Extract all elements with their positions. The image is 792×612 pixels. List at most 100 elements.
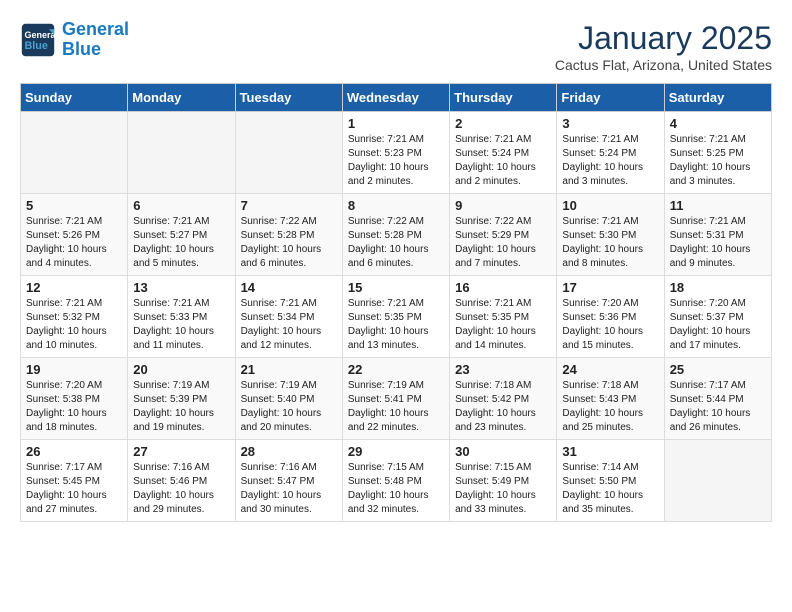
day-info: Sunrise: 7:21 AMSunset: 5:35 PMDaylight:… bbox=[348, 297, 444, 353]
day-info: Sunrise: 7:18 AMSunset: 5:43 PMDaylight:… bbox=[562, 379, 658, 435]
calendar-day-cell bbox=[128, 112, 235, 194]
logo-icon: General Blue bbox=[20, 22, 56, 58]
calendar-week-row: 5Sunrise: 7:21 AMSunset: 5:26 PMDaylight… bbox=[21, 194, 772, 276]
day-number: 7 bbox=[241, 198, 337, 213]
day-number: 16 bbox=[455, 280, 551, 295]
calendar-day-cell: 8 Sunrise: 7:22 AMSunset: 5:28 PMDaylight… bbox=[342, 194, 449, 276]
day-info: Sunrise: 7:21 AMSunset: 5:30 PMDaylight:… bbox=[562, 215, 658, 271]
day-info: Sunrise: 7:22 AMSunset: 5:28 PMDaylight:… bbox=[348, 215, 444, 271]
day-number: 4 bbox=[670, 116, 766, 131]
calendar-day-cell: 17 Sunrise: 7:20 AMSunset: 5:36 PMDayligh… bbox=[557, 276, 664, 358]
day-info: Sunrise: 7:15 AMSunset: 5:49 PMDaylight:… bbox=[455, 461, 551, 517]
day-number: 13 bbox=[133, 280, 229, 295]
calendar-body: 1 Sunrise: 7:21 AMSunset: 5:23 PMDaylight… bbox=[21, 112, 772, 522]
calendar-day-cell: 16Sunrise: 7:21 AMSunset: 5:35 PMDayligh… bbox=[450, 276, 557, 358]
location-subtitle: Cactus Flat, Arizona, United States bbox=[555, 57, 772, 73]
calendar-day-cell: 13 Sunrise: 7:21 AMSunset: 5:33 PMDayligh… bbox=[128, 276, 235, 358]
calendar-day-cell: 20Sunrise: 7:19 AMSunset: 5:39 PMDayligh… bbox=[128, 358, 235, 440]
day-number: 11 bbox=[670, 198, 766, 213]
day-number: 15 bbox=[348, 280, 444, 295]
calendar-day-cell: 25 Sunrise: 7:17 AMSunset: 5:44 PMDayligh… bbox=[664, 358, 771, 440]
calendar-day-cell: 24 Sunrise: 7:18 AMSunset: 5:43 PMDayligh… bbox=[557, 358, 664, 440]
weekday-header-friday: Friday bbox=[557, 84, 664, 112]
calendar-table: SundayMondayTuesdayWednesdayThursdayFrid… bbox=[20, 83, 772, 522]
day-info: Sunrise: 7:17 AMSunset: 5:45 PMDaylight:… bbox=[26, 461, 122, 517]
calendar-week-row: 19 Sunrise: 7:20 AMSunset: 5:38 PMDayligh… bbox=[21, 358, 772, 440]
calendar-day-cell: 15 Sunrise: 7:21 AMSunset: 5:35 PMDayligh… bbox=[342, 276, 449, 358]
day-number: 19 bbox=[26, 362, 122, 377]
day-info: Sunrise: 7:17 AMSunset: 5:44 PMDaylight:… bbox=[670, 379, 766, 435]
day-number: 27 bbox=[133, 444, 229, 459]
day-info: Sunrise: 7:19 AMSunset: 5:41 PMDaylight:… bbox=[348, 379, 444, 435]
day-info: Sunrise: 7:20 AMSunset: 5:36 PMDaylight:… bbox=[562, 297, 658, 353]
day-info: Sunrise: 7:19 AMSunset: 5:40 PMDaylight:… bbox=[241, 379, 337, 435]
weekday-header-row: SundayMondayTuesdayWednesdayThursdayFrid… bbox=[21, 84, 772, 112]
calendar-day-cell: 29 Sunrise: 7:15 AMSunset: 5:48 PMDayligh… bbox=[342, 440, 449, 522]
weekday-header-saturday: Saturday bbox=[664, 84, 771, 112]
day-info: Sunrise: 7:22 AMSunset: 5:28 PMDaylight:… bbox=[241, 215, 337, 271]
calendar-day-cell: 3 Sunrise: 7:21 AMSunset: 5:24 PMDaylight… bbox=[557, 112, 664, 194]
day-info: Sunrise: 7:16 AMSunset: 5:47 PMDaylight:… bbox=[241, 461, 337, 517]
svg-text:Blue: Blue bbox=[25, 40, 48, 52]
calendar-day-cell: 5Sunrise: 7:21 AMSunset: 5:26 PMDaylight… bbox=[21, 194, 128, 276]
day-number: 26 bbox=[26, 444, 122, 459]
calendar-day-cell: 1 Sunrise: 7:21 AMSunset: 5:23 PMDaylight… bbox=[342, 112, 449, 194]
weekday-header-wednesday: Wednesday bbox=[342, 84, 449, 112]
day-number: 1 bbox=[348, 116, 444, 131]
day-number: 23 bbox=[455, 362, 551, 377]
day-number: 14 bbox=[241, 280, 337, 295]
day-number: 31 bbox=[562, 444, 658, 459]
calendar-day-cell: 9 Sunrise: 7:22 AMSunset: 5:29 PMDaylight… bbox=[450, 194, 557, 276]
day-number: 12 bbox=[26, 280, 122, 295]
calendar-day-cell: 22 Sunrise: 7:19 AMSunset: 5:41 PMDayligh… bbox=[342, 358, 449, 440]
calendar-day-cell: 30 Sunrise: 7:15 AMSunset: 5:49 PMDayligh… bbox=[450, 440, 557, 522]
logo: General Blue General Blue bbox=[20, 20, 129, 60]
calendar-day-cell: 12 Sunrise: 7:21 AMSunset: 5:32 PMDayligh… bbox=[21, 276, 128, 358]
calendar-day-cell: 27 Sunrise: 7:16 AMSunset: 5:46 PMDayligh… bbox=[128, 440, 235, 522]
day-number: 24 bbox=[562, 362, 658, 377]
day-info: Sunrise: 7:18 AMSunset: 5:42 PMDaylight:… bbox=[455, 379, 551, 435]
calendar-day-cell: 19 Sunrise: 7:20 AMSunset: 5:38 PMDayligh… bbox=[21, 358, 128, 440]
calendar-day-cell: 10 Sunrise: 7:21 AMSunset: 5:30 PMDayligh… bbox=[557, 194, 664, 276]
day-info: Sunrise: 7:21 AMSunset: 5:24 PMDaylight:… bbox=[562, 133, 658, 189]
calendar-day-cell: 28Sunrise: 7:16 AMSunset: 5:47 PMDayligh… bbox=[235, 440, 342, 522]
month-title: January 2025 bbox=[555, 20, 772, 57]
calendar-day-cell: 21Sunrise: 7:19 AMSunset: 5:40 PMDayligh… bbox=[235, 358, 342, 440]
day-info: Sunrise: 7:21 AMSunset: 5:32 PMDaylight:… bbox=[26, 297, 122, 353]
day-number: 17 bbox=[562, 280, 658, 295]
day-info: Sunrise: 7:21 AMSunset: 5:25 PMDaylight:… bbox=[670, 133, 766, 189]
day-number: 3 bbox=[562, 116, 658, 131]
day-info: Sunrise: 7:21 AMSunset: 5:33 PMDaylight:… bbox=[133, 297, 229, 353]
day-info: Sunrise: 7:22 AMSunset: 5:29 PMDaylight:… bbox=[455, 215, 551, 271]
title-area: January 2025 Cactus Flat, Arizona, Unite… bbox=[555, 20, 772, 73]
calendar-header: SundayMondayTuesdayWednesdayThursdayFrid… bbox=[21, 84, 772, 112]
day-info: Sunrise: 7:20 AMSunset: 5:38 PMDaylight:… bbox=[26, 379, 122, 435]
day-number: 18 bbox=[670, 280, 766, 295]
calendar-day-cell: 18Sunrise: 7:20 AMSunset: 5:37 PMDayligh… bbox=[664, 276, 771, 358]
day-number: 29 bbox=[348, 444, 444, 459]
page-header: General Blue General Blue January 2025 C… bbox=[20, 20, 772, 73]
day-number: 30 bbox=[455, 444, 551, 459]
day-number: 22 bbox=[348, 362, 444, 377]
calendar-day-cell: 7 Sunrise: 7:22 AMSunset: 5:28 PMDaylight… bbox=[235, 194, 342, 276]
calendar-week-row: 12 Sunrise: 7:21 AMSunset: 5:32 PMDayligh… bbox=[21, 276, 772, 358]
calendar-day-cell: 31Sunrise: 7:14 AMSunset: 5:50 PMDayligh… bbox=[557, 440, 664, 522]
calendar-day-cell: 2Sunrise: 7:21 AMSunset: 5:24 PMDaylight… bbox=[450, 112, 557, 194]
calendar-week-row: 26 Sunrise: 7:17 AMSunset: 5:45 PMDayligh… bbox=[21, 440, 772, 522]
day-info: Sunrise: 7:15 AMSunset: 5:48 PMDaylight:… bbox=[348, 461, 444, 517]
day-info: Sunrise: 7:21 AMSunset: 5:31 PMDaylight:… bbox=[670, 215, 766, 271]
day-number: 10 bbox=[562, 198, 658, 213]
calendar-day-cell: 14 Sunrise: 7:21 AMSunset: 5:34 PMDayligh… bbox=[235, 276, 342, 358]
day-number: 9 bbox=[455, 198, 551, 213]
day-info: Sunrise: 7:21 AMSunset: 5:34 PMDaylight:… bbox=[241, 297, 337, 353]
calendar-day-cell: 6Sunrise: 7:21 AMSunset: 5:27 PMDaylight… bbox=[128, 194, 235, 276]
day-info: Sunrise: 7:21 AMSunset: 5:23 PMDaylight:… bbox=[348, 133, 444, 189]
calendar-day-cell bbox=[235, 112, 342, 194]
calendar-week-row: 1 Sunrise: 7:21 AMSunset: 5:23 PMDaylight… bbox=[21, 112, 772, 194]
weekday-header-sunday: Sunday bbox=[21, 84, 128, 112]
day-info: Sunrise: 7:21 AMSunset: 5:27 PMDaylight:… bbox=[133, 215, 229, 271]
day-number: 8 bbox=[348, 198, 444, 213]
weekday-header-monday: Monday bbox=[128, 84, 235, 112]
day-number: 25 bbox=[670, 362, 766, 377]
day-info: Sunrise: 7:16 AMSunset: 5:46 PMDaylight:… bbox=[133, 461, 229, 517]
